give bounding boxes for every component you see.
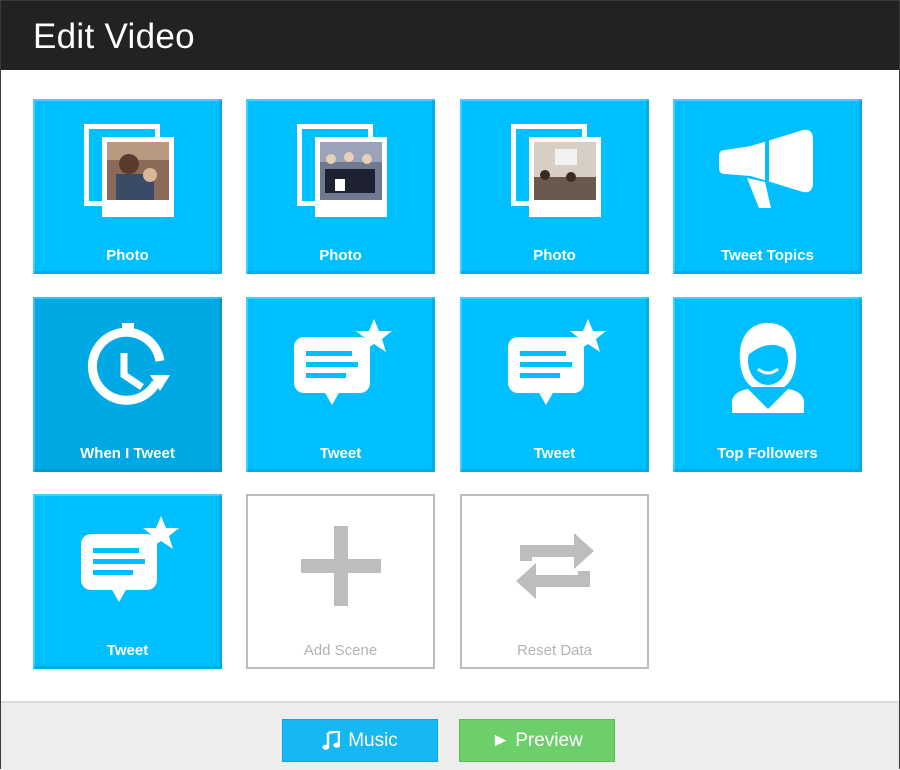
scene-tile-label: Tweet (319, 445, 362, 462)
reset-data-button[interactable]: Reset Data (460, 494, 649, 669)
clock-refresh-icon (33, 297, 222, 437)
scene-tile-when-i-tweet[interactable]: When I Tweet (33, 297, 222, 472)
person-icon (673, 297, 862, 437)
scene-tile-tweet-1[interactable]: Tweet (246, 297, 435, 472)
edit-video-panel: Edit Video Photo Photo Photo Tweet Topic… (0, 0, 900, 770)
music-button-label: Music (348, 729, 398, 751)
scene-tile-tweet-2[interactable]: Tweet (460, 297, 649, 472)
plus-icon (248, 496, 433, 636)
scene-tile-label: Tweet (106, 642, 149, 659)
scene-tile-label: Photo (319, 247, 362, 264)
add-scene-label: Add Scene (303, 642, 378, 659)
footer-bar: Music ► Preview (1, 701, 899, 770)
scene-tile-photo-2[interactable]: Photo (246, 99, 435, 274)
scene-tile-label: Top Followers (717, 445, 818, 462)
add-scene-button[interactable]: Add Scene (246, 494, 435, 669)
music-note-icon (322, 730, 341, 751)
scene-tile-tweet-topics[interactable]: Tweet Topics (673, 99, 862, 274)
scene-tile-label: Photo (106, 247, 149, 264)
megaphone-icon (673, 99, 862, 239)
scene-tile-label: Tweet Topics (721, 247, 814, 264)
music-button[interactable]: Music (282, 719, 438, 762)
swap-arrows-icon (462, 496, 647, 636)
reset-data-label: Reset Data (516, 642, 593, 659)
tweet-star-icon (460, 297, 649, 437)
header-bar: Edit Video (1, 1, 899, 70)
tweet-star-icon (246, 297, 435, 437)
scene-tile-photo-1[interactable]: Photo (33, 99, 222, 274)
tweet-star-icon (33, 494, 222, 634)
photo-stack-icon (246, 99, 435, 239)
preview-button[interactable]: ► Preview (459, 719, 615, 762)
scene-tile-label: When I Tweet (80, 445, 175, 462)
scene-tile-label: Tweet (533, 445, 576, 462)
photo-stack-icon (460, 99, 649, 239)
scene-tile-top-followers[interactable]: Top Followers (673, 297, 862, 472)
scene-tile-tweet-3[interactable]: Tweet (33, 494, 222, 669)
photo-stack-icon (33, 99, 222, 239)
scene-tile-photo-3[interactable]: Photo (460, 99, 649, 274)
page-title: Edit Video (33, 17, 195, 56)
scene-tile-label: Photo (533, 247, 576, 264)
preview-button-label: ► Preview (491, 729, 583, 751)
